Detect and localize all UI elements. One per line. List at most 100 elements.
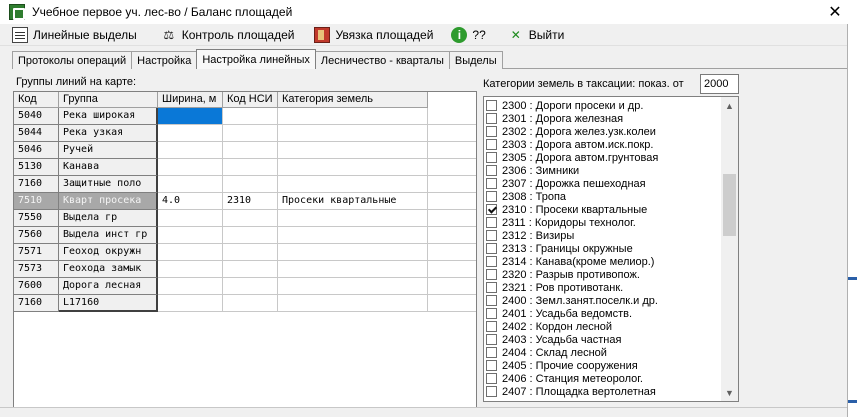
land-category-item[interactable]: 2312 : Визиры [486,229,720,242]
checkbox[interactable] [486,230,497,241]
row-group-cell[interactable]: Геохода замык [59,261,158,278]
tab-forestry-quarters[interactable]: Лесничество - кварталы [314,51,450,69]
column-header-land-category[interactable]: Категория земель [278,92,428,108]
row-width-cell[interactable] [158,142,223,159]
row-code-cell[interactable]: 7550 [14,210,59,227]
land-category-item[interactable]: 2313 : Границы окружные [486,242,720,255]
row-group-cell[interactable]: Ручей [59,142,158,159]
checkbox[interactable] [486,217,497,228]
show-from-input[interactable] [700,74,739,94]
land-category-item[interactable]: 2320 : Разрыв противопож. [486,268,720,281]
checkbox[interactable] [486,100,497,111]
row-group-cell[interactable]: Защитные поло [59,176,158,193]
row-group-cell[interactable]: Канава [59,159,158,176]
row-category-cell[interactable] [278,278,428,295]
checkbox[interactable] [486,152,497,163]
table-row[interactable]: 7160 Защитные поло [14,176,476,193]
row-code-cell[interactable]: 7160 [14,295,59,312]
table-row[interactable]: 7573 Геохода замык [14,261,476,278]
row-code-cell[interactable]: 7573 [14,261,59,278]
column-header-width[interactable]: Ширина, м [158,92,223,108]
scroll-down-icon[interactable]: ▼ [721,384,738,401]
row-width-cell[interactable] [158,125,223,142]
row-category-cell[interactable]: Просеки квартальные [278,193,428,210]
land-category-item[interactable]: 2400 : Земл.занят.поселк.и др. [486,294,720,307]
land-category-item[interactable]: 2307 : Дорожка пешеходная [486,177,720,190]
line-groups-grid[interactable]: Код Группа Ширина, м Код НСИ Категория з… [13,91,477,409]
land-categories-list[interactable]: 2300 : Дороги просеки и др. 2301 : Дорога… [483,96,739,402]
row-width-cell[interactable] [158,176,223,193]
row-category-cell[interactable] [278,244,428,261]
checkbox[interactable] [486,139,497,150]
table-row[interactable]: 5044 Река узкая [14,125,476,142]
exit-button[interactable]: ✕ Выйти [502,25,571,45]
row-category-cell[interactable] [278,227,428,244]
checkbox[interactable] [486,282,497,293]
scroll-up-icon[interactable]: ▲ [721,97,738,114]
row-code-cell[interactable]: 7160 [14,176,59,193]
land-category-item[interactable]: 2405 : Прочие сооружения [486,359,720,372]
row-width-cell[interactable] [158,244,223,261]
table-row[interactable]: 7560 Выдела инст гр [14,227,476,244]
row-nsi-code-cell[interactable] [223,244,278,261]
tab-operation-logs[interactable]: Протоколы операций [12,51,133,69]
row-width-cell[interactable] [158,295,223,312]
row-nsi-code-cell[interactable] [223,210,278,227]
checkbox[interactable] [486,126,497,137]
land-category-item[interactable]: 2321 : Ров противотанк. [486,281,720,294]
column-header-code[interactable]: Код [14,92,59,108]
row-nsi-code-cell[interactable]: 2310 [223,193,278,210]
checkbox[interactable] [486,347,497,358]
row-group-cell[interactable]: Река широкая [59,108,158,125]
table-row[interactable]: 7571 Геоход окружн [14,244,476,261]
land-category-item[interactable]: 2311 : Коридоры технолог. [486,216,720,229]
checkbox[interactable] [486,269,497,280]
row-width-cell[interactable] [158,278,223,295]
table-row[interactable]: 5046 Ручей [14,142,476,159]
row-code-cell[interactable]: 7571 [14,244,59,261]
land-category-item[interactable]: 2306 : Зимники [486,164,720,177]
help-button[interactable]: i ?? [445,25,491,45]
row-group-cell[interactable]: Дорога лесная [59,278,158,295]
linear-plots-button[interactable]: Линейные выделы [6,25,143,45]
table-row[interactable]: 7600 Дорога лесная [14,278,476,295]
land-category-item[interactable]: 2301 : Дорога железная [486,112,720,125]
row-nsi-code-cell[interactable] [223,295,278,312]
row-category-cell[interactable] [278,159,428,176]
table-row[interactable]: 7510 Кварт просека 4.0 2310 Просеки кварталь… [14,193,476,210]
row-width-cell[interactable] [158,108,223,125]
checkbox[interactable] [486,165,497,176]
checkbox[interactable] [486,243,497,254]
row-width-cell[interactable] [158,159,223,176]
table-row[interactable]: 5130 Канава [14,159,476,176]
tab-settings[interactable]: Настройка [131,51,198,69]
row-group-cell[interactable]: Выдела гр [59,210,158,227]
checkbox-checked[interactable] [486,204,497,215]
row-code-cell[interactable]: 7510 [14,193,59,210]
land-category-item[interactable]: 2300 : Дороги просеки и др. [486,99,720,112]
land-category-item[interactable]: 2407 : Площадка вертолетная [486,385,720,398]
row-category-cell[interactable] [278,176,428,193]
row-code-cell[interactable]: 5040 [14,108,59,125]
column-header-group[interactable]: Группа [59,92,158,108]
row-width-cell[interactable] [158,261,223,278]
land-category-item[interactable]: 2303 : Дорога автом.иск.покр. [486,138,720,151]
row-group-cell[interactable]: Геоход окружн [59,244,158,261]
checkbox[interactable] [486,334,497,345]
area-reconcile-button[interactable]: Увязка площадей [308,25,439,45]
row-width-cell[interactable] [158,210,223,227]
checkbox[interactable] [486,386,497,397]
row-nsi-code-cell[interactable] [223,142,278,159]
land-category-item[interactable]: 2314 : Канава(кроме мелиор.) [486,255,720,268]
scroll-thumb[interactable] [723,174,736,236]
row-group-cell[interactable]: Выдела инст гр [59,227,158,244]
row-code-cell[interactable]: 7600 [14,278,59,295]
checkbox[interactable] [486,373,497,384]
row-category-cell[interactable] [278,210,428,227]
row-nsi-code-cell[interactable] [223,176,278,193]
checkbox[interactable] [486,113,497,124]
checkbox[interactable] [486,191,497,202]
row-code-cell[interactable]: 7560 [14,227,59,244]
land-category-item[interactable]: 2406 : Станция метеоролог. [486,372,720,385]
row-category-cell[interactable] [278,108,428,125]
